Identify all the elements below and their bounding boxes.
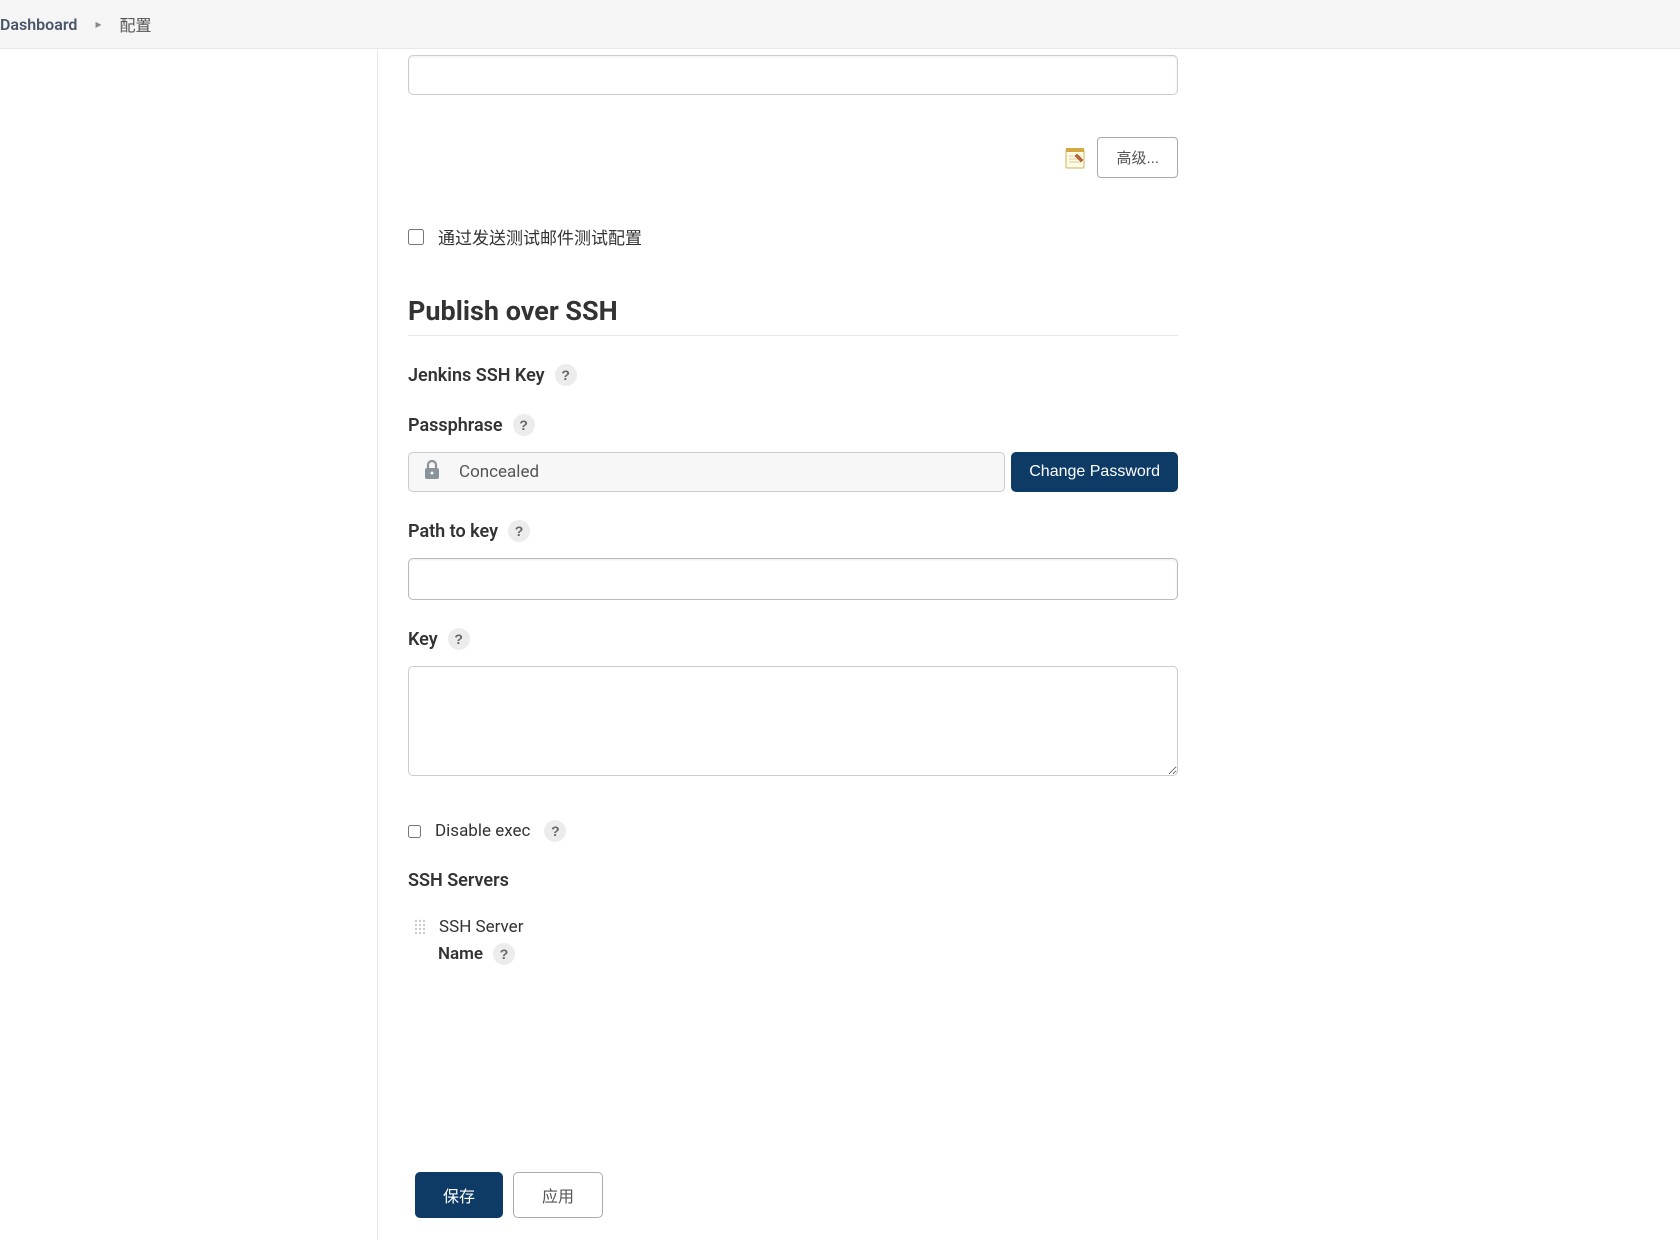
ssh-server-item-label: SSH Server — [439, 917, 523, 937]
disable-exec-checkbox[interactable] — [408, 825, 421, 838]
drag-handle-icon[interactable] — [413, 918, 427, 936]
key-textarea[interactable] — [408, 666, 1178, 776]
save-button[interactable]: 保存 — [415, 1172, 503, 1218]
key-label: Key — [408, 629, 438, 650]
help-icon[interactable]: ? — [493, 943, 515, 965]
path-to-key-label: Path to key — [408, 521, 498, 542]
passphrase-concealed-field: Concealed — [408, 452, 1005, 492]
breadcrumb-current[interactable]: 配置 — [119, 12, 151, 36]
apply-button[interactable]: 应用 — [513, 1172, 603, 1218]
test-email-label: 通过发送测试邮件测试配置 — [438, 224, 642, 249]
bottom-action-bar: 保存 应用 — [379, 1154, 1680, 1236]
lock-icon — [423, 460, 441, 484]
breadcrumb-dashboard[interactable]: Dashboard — [0, 15, 77, 34]
help-icon[interactable]: ? — [544, 820, 566, 842]
concealed-text: Concealed — [459, 462, 539, 482]
ssh-server-name-label: Name — [438, 944, 483, 964]
section-heading-publish-ssh: Publish over SSH — [408, 295, 1178, 336]
passphrase-label: Passphrase — [408, 415, 503, 436]
test-email-checkbox-row[interactable]: 通过发送测试邮件测试配置 — [408, 224, 1178, 249]
help-icon[interactable]: ? — [513, 414, 535, 436]
previous-input-field[interactable] — [408, 55, 1178, 95]
test-email-checkbox[interactable] — [408, 229, 424, 245]
path-to-key-input[interactable] — [408, 558, 1178, 600]
help-icon[interactable]: ? — [448, 628, 470, 650]
breadcrumb: Dashboard ▸ 配置 — [0, 0, 1680, 49]
advanced-button[interactable]: 高级... — [1097, 137, 1178, 178]
disable-exec-row[interactable]: Disable exec ? — [408, 820, 1178, 842]
change-password-button[interactable]: Change Password — [1011, 452, 1178, 492]
ssh-servers-label: SSH Servers — [408, 870, 509, 891]
jenkins-ssh-key-label: Jenkins SSH Key — [408, 365, 545, 386]
chevron-right-icon: ▸ — [95, 17, 101, 31]
notepad-icon — [1063, 146, 1087, 170]
disable-exec-label: Disable exec — [435, 821, 530, 841]
help-icon[interactable]: ? — [555, 364, 577, 386]
sidebar — [0, 49, 378, 1240]
help-icon[interactable]: ? — [508, 520, 530, 542]
